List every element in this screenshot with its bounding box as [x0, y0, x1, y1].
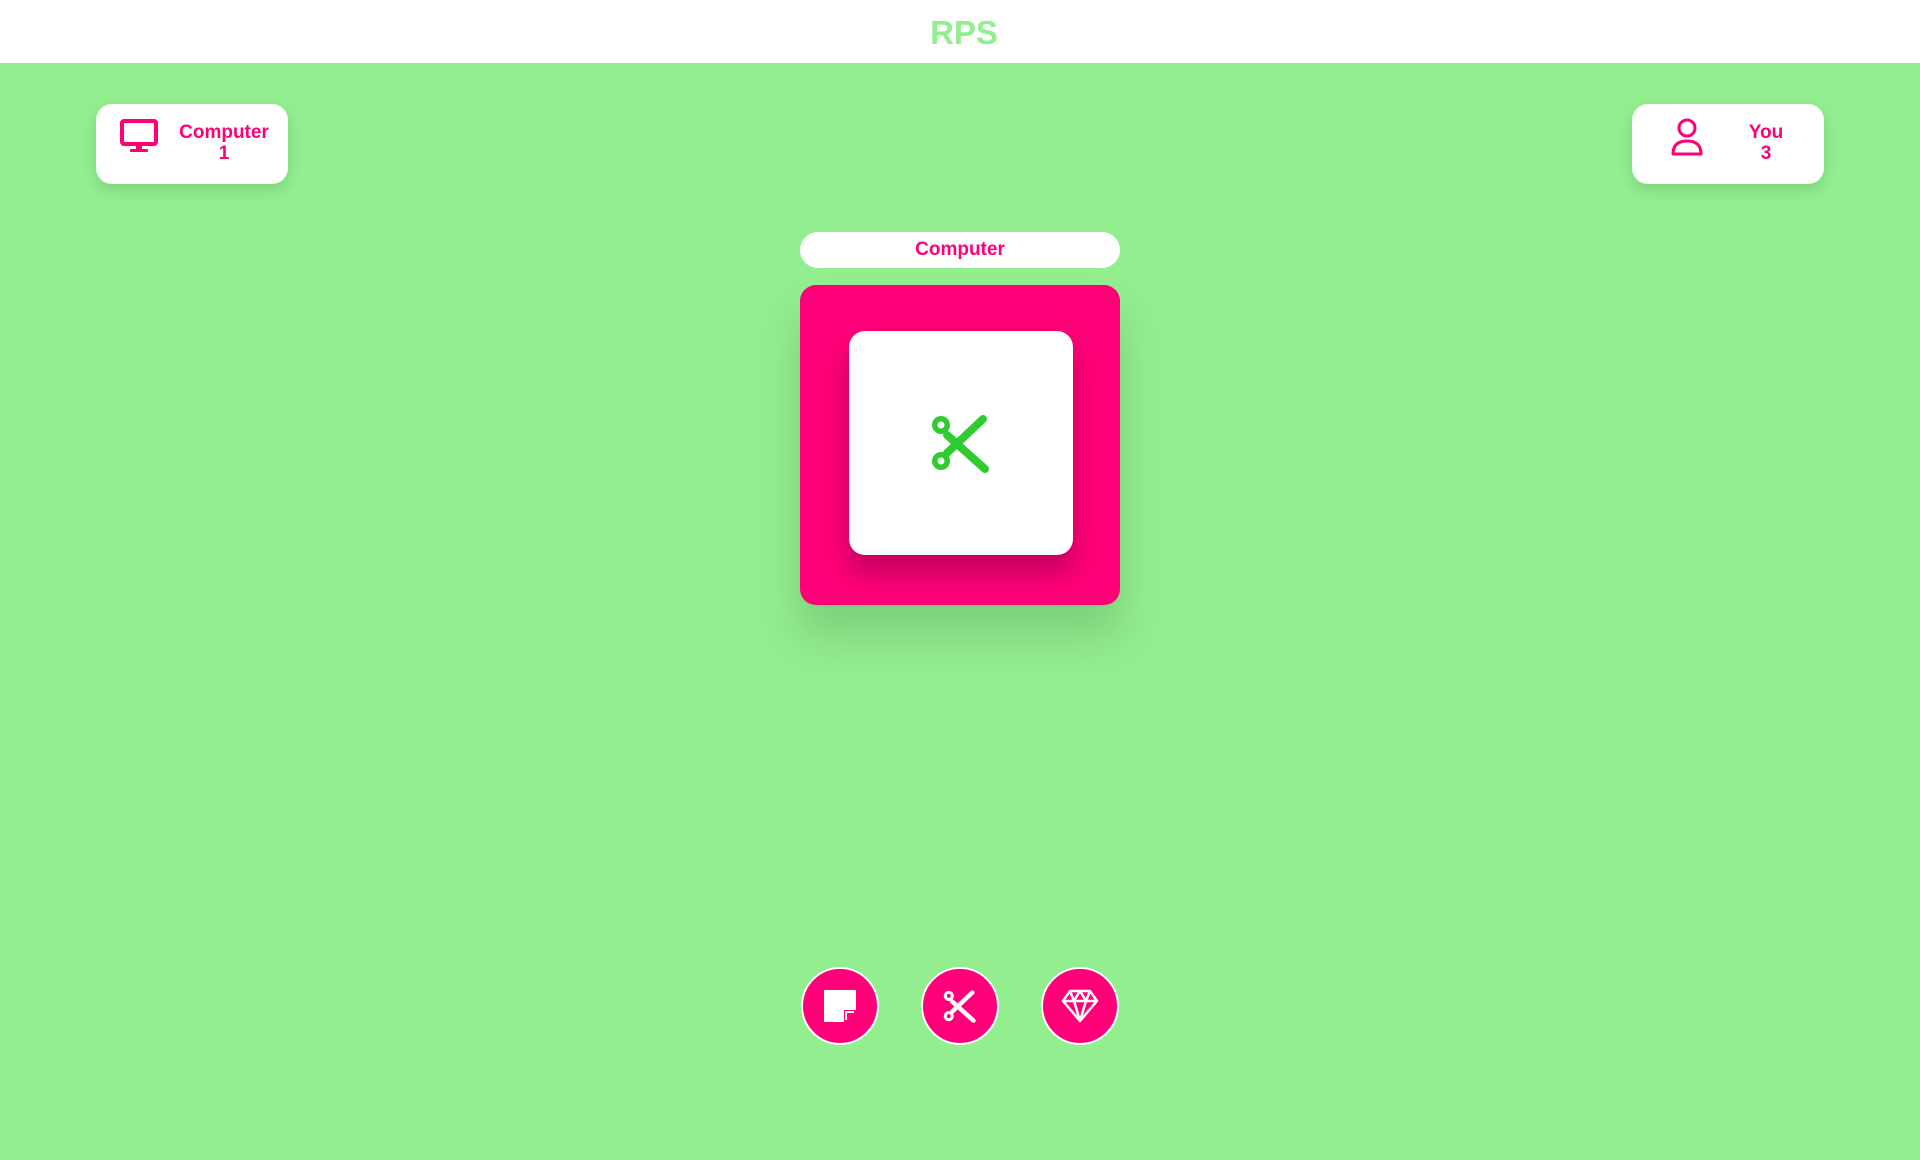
computer-score-block: Computer 1	[174, 122, 274, 164]
choice-stage	[800, 285, 1120, 605]
paper-choice-button[interactable]	[801, 967, 879, 1045]
rock-choice-button[interactable]	[1041, 967, 1119, 1045]
turn-label: Computer	[915, 239, 1005, 260]
player-score-value: 3	[1760, 143, 1772, 164]
player-score-label: You	[1748, 122, 1784, 143]
gem-icon	[1061, 989, 1099, 1023]
scissors-choice-button[interactable]	[921, 967, 999, 1045]
scissors-icon	[943, 990, 976, 1023]
monitor-icon	[120, 119, 158, 152]
current-choice-card	[849, 331, 1073, 555]
computer-score-label: Computer	[179, 122, 269, 143]
turn-indicator: Computer	[800, 232, 1120, 268]
user-icon	[1671, 118, 1703, 156]
scissors-icon	[932, 415, 989, 473]
computer-score-card: Computer 1	[96, 104, 288, 184]
app-title: RPS	[930, 13, 998, 51]
player-score-card: You 3	[1632, 104, 1824, 184]
computer-score-value: 1	[218, 143, 230, 164]
player-score-block: You 3	[1732, 122, 1800, 164]
header-bar: RPS	[0, 0, 1920, 63]
sticky-note-icon	[824, 990, 856, 1022]
